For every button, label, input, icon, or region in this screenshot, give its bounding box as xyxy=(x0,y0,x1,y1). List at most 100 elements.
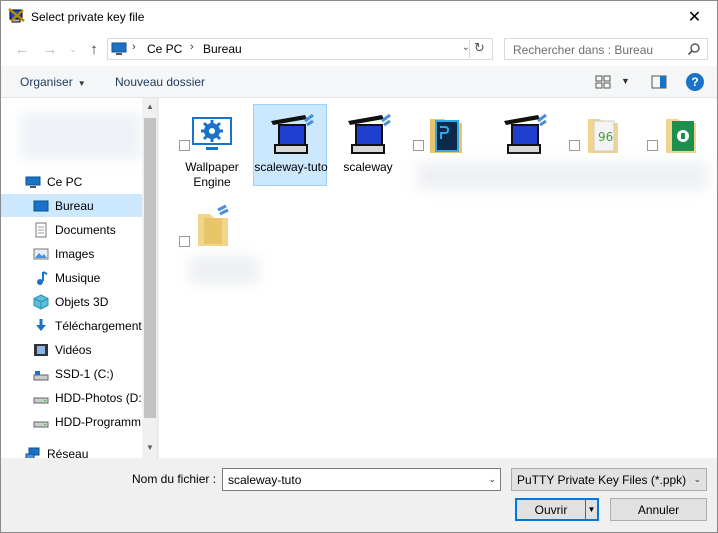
sidebar-item-label: HDD-Programm xyxy=(55,414,142,429)
sidebar-item-label: Vidéos xyxy=(55,342,92,357)
sidebar-item-3d-objects[interactable]: Objets 3D xyxy=(1,290,142,313)
scroll-down-icon[interactable]: ▼ xyxy=(146,443,154,452)
objects-3d-icon xyxy=(33,293,49,310)
cancel-button[interactable]: Annuler xyxy=(610,498,707,521)
drive-icon xyxy=(33,370,49,380)
forward-button[interactable]: → xyxy=(41,40,59,58)
arrow-up-icon: ↑ xyxy=(90,40,98,58)
breadcrumb-separator-icon: › xyxy=(190,41,194,53)
file-type-value: PuTTY Private Key Files (*.ppk) xyxy=(517,473,687,487)
scrollbar-thumb[interactable] xyxy=(144,118,156,418)
desktop-icon xyxy=(33,200,49,211)
sidebar-item-label: SSD-1 (C:) xyxy=(55,366,114,381)
open-label: Ouvrir xyxy=(534,503,568,517)
file-type-select[interactable]: PuTTY Private Key Files (*.ppk) ⌄ xyxy=(511,468,707,491)
file-label: Wallpaper Engine xyxy=(185,160,239,189)
file-label: scaleway xyxy=(343,160,393,174)
music-icon xyxy=(37,270,48,285)
sidebar-item-this-pc[interactable]: Ce PC xyxy=(1,170,142,193)
help-icon[interactable]: ? xyxy=(686,73,704,91)
sidebar-item-images[interactable]: Images xyxy=(1,242,142,265)
shortcut-arrow-icon xyxy=(647,140,658,151)
open-button[interactable]: Ouvrir ▼ xyxy=(515,498,599,521)
breadcrumb-desktop[interactable]: Bureau xyxy=(203,42,242,56)
folder-file-icon: 96 xyxy=(588,119,618,153)
file-label: scaleway-tuto xyxy=(254,160,328,174)
drive-icon xyxy=(33,397,49,403)
sidebar-item-ssd-c[interactable]: SSD-1 (C:) xyxy=(1,362,142,385)
chevron-down-icon[interactable]: ⌄ xyxy=(488,474,496,485)
open-split-dropdown-icon[interactable]: ▼ xyxy=(585,500,597,519)
file-item-scaleway[interactable]: scaleway xyxy=(331,105,405,187)
file-item-wallpaper-engine[interactable]: Wallpaper Engine xyxy=(175,105,249,189)
search-icon xyxy=(687,43,700,56)
sidebar-item-hdd-photos[interactable]: HDD-Photos (D: xyxy=(1,386,142,409)
shortcut-arrow-icon xyxy=(413,140,424,151)
file-item-scaleway-tuto[interactable]: scaleway-tuto xyxy=(253,104,328,186)
up-button[interactable]: ↑ xyxy=(85,40,103,58)
blurred-filenames xyxy=(417,162,707,190)
sidebar-item-desktop[interactable]: Bureau xyxy=(1,194,142,217)
sidebar-item-label: Ce PC xyxy=(47,174,83,189)
sidebar-item-label: Musique xyxy=(55,270,101,285)
sidebar-item-music[interactable]: Musique xyxy=(1,266,142,289)
arrow-left-icon: ← xyxy=(14,40,30,58)
drive-icon xyxy=(33,421,49,427)
file-dialog: Select private key file ✕ ← → ⌄ ↑ › Ce P… xyxy=(0,0,718,533)
scroll-up-icon[interactable]: ▲ xyxy=(146,102,154,111)
computer-icon xyxy=(111,42,127,55)
photoshop-folder-icon xyxy=(430,119,462,153)
recent-locations-button[interactable]: ⌄ xyxy=(64,40,82,58)
sidebar-item-downloads[interactable]: Téléchargements xyxy=(1,314,148,337)
refresh-icon[interactable]: ↻ xyxy=(469,40,489,58)
dialog-title: Select private key file xyxy=(31,10,145,24)
close-icon: ✕ xyxy=(687,8,702,26)
sidebar-scrollbar[interactable]: ▲ ▼ xyxy=(142,98,157,458)
breadcrumb-this-pc[interactable]: Ce PC xyxy=(147,42,182,56)
view-options-icon[interactable] xyxy=(595,75,611,89)
putty-key-icon xyxy=(504,113,547,154)
sidebar-item-label: Téléchargements xyxy=(55,318,148,333)
close-button[interactable]: ✕ xyxy=(672,1,717,32)
filename-value: scaleway-tuto xyxy=(228,473,302,487)
shortcut-arrow-icon xyxy=(179,236,190,247)
organize-menu[interactable]: Organiser ▼ xyxy=(20,75,86,89)
chevron-down-icon: ⌄ xyxy=(69,43,77,54)
putty-key-icon xyxy=(348,113,391,154)
breadcrumb-separator-icon: › xyxy=(132,41,136,53)
sidebar-item-label: Documents xyxy=(55,222,116,237)
sidebar-item-label: Objets 3D xyxy=(55,294,109,309)
search-placeholder: Rechercher dans : Bureau xyxy=(513,43,654,57)
organize-label: Organiser xyxy=(20,75,73,89)
computer-icon xyxy=(25,176,41,188)
address-bar[interactable]: › Ce PC › Bureau ⌄ ↻ xyxy=(107,38,493,60)
filename-input[interactable]: scaleway-tuto ⌄ xyxy=(222,468,501,491)
sidebar-item-label: Images xyxy=(55,246,95,261)
sidebar-item-label: HDD-Photos (D: xyxy=(55,390,142,405)
putty-key-icon xyxy=(271,113,314,154)
preview-pane-icon[interactable] xyxy=(651,75,667,89)
blurred-filename xyxy=(189,256,259,284)
arrow-right-icon: → xyxy=(42,40,58,58)
search-input[interactable]: Rechercher dans : Bureau xyxy=(504,38,708,60)
back-button[interactable]: ← xyxy=(13,40,31,58)
gear-monitor-icon xyxy=(192,117,232,150)
new-folder-button[interactable]: Nouveau dossier xyxy=(115,75,205,89)
folder-icon xyxy=(198,204,229,246)
view-dropdown-icon[interactable]: ▼ xyxy=(621,76,630,86)
dialog-footer: Nom du fichier : scaleway-tuto ⌄ PuTTY P… xyxy=(1,458,717,532)
title-bar: Select private key file ✕ xyxy=(1,1,717,32)
shortcut-arrow-icon xyxy=(179,140,190,151)
downloads-icon xyxy=(36,318,46,331)
green-file-icon xyxy=(666,119,696,153)
shortcut-arrow-icon xyxy=(569,140,580,151)
sidebar-item-videos[interactable]: Vidéos xyxy=(1,338,142,361)
filename-label: Nom du fichier : xyxy=(132,472,217,486)
sidebar-item-label: Réseau xyxy=(47,446,89,459)
documents-icon xyxy=(35,222,47,237)
sidebar-item-documents[interactable]: Documents xyxy=(1,218,142,241)
sidebar-item-network[interactable]: Réseau xyxy=(1,442,142,458)
sidebar-item-hdd-programs[interactable]: HDD-Programm xyxy=(1,410,142,433)
images-icon xyxy=(33,248,49,259)
caret-down-icon: ▼ xyxy=(77,79,86,88)
